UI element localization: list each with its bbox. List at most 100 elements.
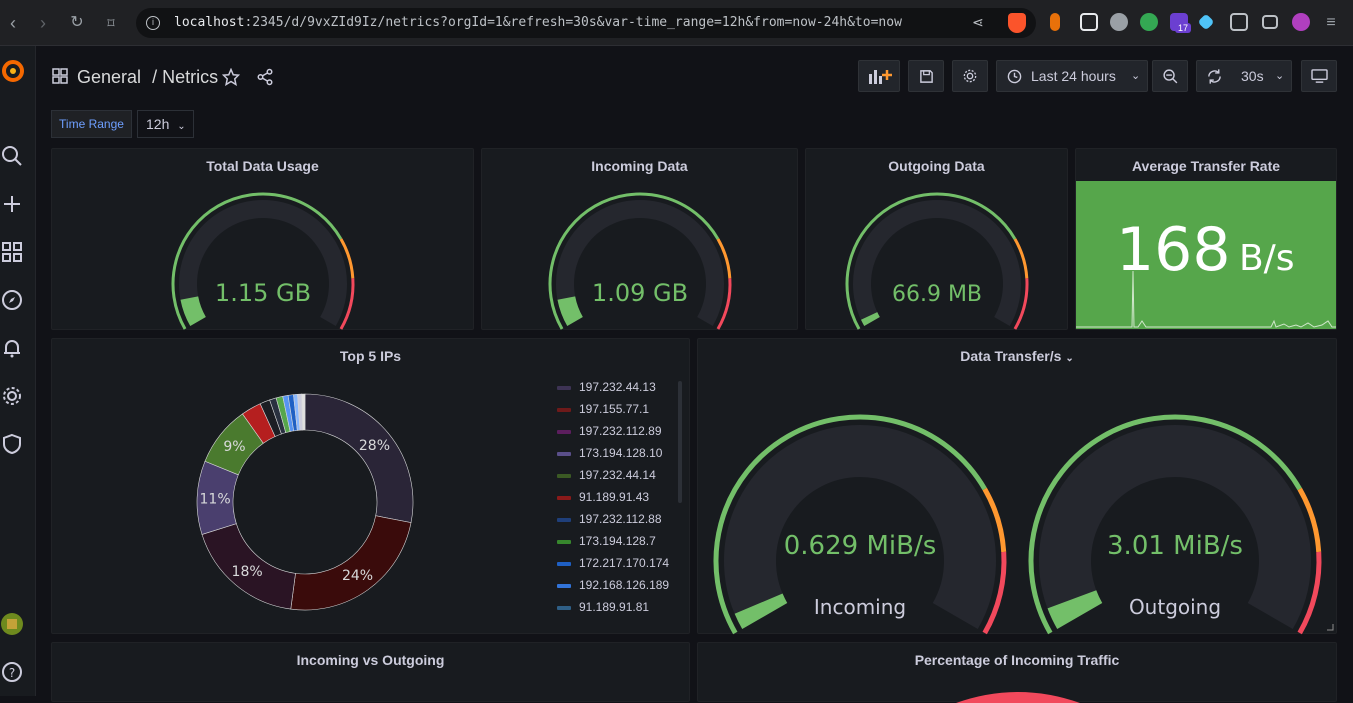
- avatar[interactable]: [0, 612, 24, 636]
- gauge-value-arc: [1047, 589, 1103, 629]
- gauge-label-incoming: Incoming: [814, 595, 906, 619]
- legend-swatch: [557, 561, 571, 566]
- gauge-value-arc: [180, 296, 207, 326]
- legend-item[interactable]: 173.194.128.10: [557, 446, 662, 464]
- legend-item[interactable]: 91.189.91.43: [557, 490, 649, 508]
- save-button[interactable]: [908, 60, 944, 92]
- star-icon[interactable]: [222, 68, 240, 86]
- breadcrumb-dashboard[interactable]: Netrics: [162, 67, 218, 87]
- grafana-logo-icon[interactable]: [0, 58, 26, 84]
- gauge-value: 1.09 GB: [592, 279, 688, 307]
- time-range-variable-select[interactable]: 12h ⌄: [137, 110, 194, 138]
- legend-item[interactable]: 197.232.44.14: [557, 468, 656, 486]
- site-info-icon[interactable]: i: [146, 16, 160, 30]
- refresh-button[interactable]: 30s ⌄: [1196, 60, 1292, 92]
- notion-icon[interactable]: [1080, 13, 1098, 31]
- gauge-value: 1.15 GB: [215, 279, 311, 307]
- gear-icon[interactable]: [0, 384, 24, 408]
- dashboard-grid-icon: [52, 68, 68, 84]
- extension-icon[interactable]: [1050, 13, 1060, 31]
- legend-swatch: [557, 583, 571, 588]
- gauge-value-outgoing: 3.01 MiB/s: [1107, 531, 1243, 561]
- panel-incoming-vs-outgoing[interactable]: Incoming vs Outgoing: [51, 642, 690, 702]
- panel-incoming-data[interactable]: Incoming Data 1.09 GB: [481, 148, 798, 330]
- zoom-out-button[interactable]: [1152, 60, 1188, 92]
- gauge-value-arc: [557, 296, 584, 326]
- panel-title: Average Transfer Rate: [1131, 158, 1281, 174]
- back-icon[interactable]: ‹: [2, 12, 24, 34]
- pie-slice-label: 18%: [232, 564, 263, 580]
- explore-icon[interactable]: [0, 288, 24, 312]
- search-icon[interactable]: [0, 144, 24, 168]
- panel-top-5-ips[interactable]: Top 5 IPs 28% 24% 18% 11% 9% 197.232.44.13 19…: [51, 338, 690, 634]
- gauge-value-incoming: 0.629 MiB/s: [784, 531, 937, 561]
- help-icon[interactable]: ?: [0, 660, 24, 684]
- legend-item[interactable]: 91.189.91.81: [557, 600, 649, 618]
- legend-label: 173.194.128.7: [579, 534, 656, 548]
- legend-item[interactable]: 197.232.44.13: [557, 380, 656, 398]
- transfer-gauges: 0.629 MiB/s Incoming 3.01 MiB/s Outgoing: [713, 414, 1322, 635]
- time-picker-button[interactable]: Last 24 hours ⌄: [996, 60, 1148, 92]
- panel-average-transfer-rate[interactable]: Average Transfer Rate 168 B/s: [1075, 148, 1337, 330]
- plus-icon[interactable]: [0, 192, 24, 216]
- gauge-total: 1.15 GB: [171, 192, 355, 330]
- legend-swatch: [557, 451, 571, 456]
- shield-icon[interactable]: [0, 432, 24, 456]
- legend-swatch: [557, 495, 571, 500]
- menu-icon[interactable]: ≡: [1320, 12, 1342, 34]
- stat-value-group: 168 B/s: [1116, 217, 1295, 283]
- bookmark-icon[interactable]: ⌑: [100, 12, 122, 34]
- extension-icon-2[interactable]: [1110, 13, 1128, 31]
- legend-label: 197.155.77.1: [579, 402, 650, 416]
- panel-data-transfer[interactable]: Data Transfer/s ⌄ 0.629 MiB/s Incoming 3…: [697, 338, 1337, 635]
- legend-swatch: [557, 407, 571, 412]
- pie-slice-label: 9%: [223, 439, 245, 455]
- reload-icon[interactable]: ↻: [66, 12, 88, 34]
- url-path: :2345/d/9vxZId9Iz/netrics?orgId=1&refres…: [244, 15, 902, 30]
- legend-label: 197.232.44.14: [579, 468, 656, 482]
- legend-item[interactable]: 173.194.128.7: [557, 534, 656, 552]
- globe-icon[interactable]: [1140, 13, 1158, 31]
- puzzle-icon[interactable]: [1230, 13, 1248, 31]
- panel-total-data-usage[interactable]: Total Data Usage 1.15 GB: [51, 148, 474, 330]
- legend-label: 173.194.128.10: [579, 446, 663, 460]
- legend-item[interactable]: 197.232.112.89: [557, 424, 662, 442]
- gem-icon[interactable]: [1197, 13, 1215, 31]
- pie-slice-label: 28%: [359, 438, 390, 454]
- panel-title: Incoming vs Outgoing: [296, 652, 445, 668]
- share-dashboard-icon[interactable]: [256, 68, 274, 86]
- legend-scrollbar[interactable]: [678, 381, 682, 503]
- legend-swatch: [557, 429, 571, 434]
- legend-item[interactable]: 172.217.170.174: [557, 556, 669, 574]
- pie-slice: [304, 393, 414, 523]
- breadcrumb-folder[interactable]: General: [77, 67, 141, 87]
- chevron-down-icon: ⌄: [1131, 70, 1141, 82]
- legend-label: 91.189.91.43: [579, 490, 650, 504]
- save-icon: [920, 70, 933, 83]
- legend-swatch: [557, 605, 571, 610]
- add-panel-icon: [869, 70, 892, 84]
- address-bar[interactable]: i localhost:2345/d/9vxZId9Iz/netrics?org…: [136, 8, 1036, 38]
- stat-value: 168: [1116, 215, 1231, 285]
- bell-icon[interactable]: [0, 336, 24, 360]
- legend-label: 197.232.112.89: [579, 424, 662, 438]
- dashboards-icon[interactable]: [0, 240, 24, 264]
- forward-icon[interactable]: ›: [32, 12, 54, 34]
- zoom-out-icon: [1163, 69, 1178, 84]
- add-panel-button[interactable]: [858, 60, 900, 92]
- resize-handle-icon[interactable]: [1326, 623, 1334, 631]
- panel-outgoing-data[interactable]: Outgoing Data 66.9 MB: [805, 148, 1068, 330]
- share-icon[interactable]: ⋖: [972, 14, 984, 31]
- profile-icon[interactable]: [1292, 13, 1310, 31]
- gauge-label-outgoing: Outgoing: [1129, 595, 1221, 619]
- sidebar-icon[interactable]: [1262, 15, 1278, 29]
- settings-button[interactable]: [952, 60, 988, 92]
- legend-item[interactable]: 197.155.77.1: [557, 402, 649, 420]
- gauge-incoming: 1.09 GB: [548, 192, 732, 330]
- brave-shield-icon[interactable]: [1008, 13, 1026, 33]
- legend-item[interactable]: 192.168.126.189: [557, 578, 669, 596]
- tv-mode-button[interactable]: [1301, 60, 1337, 92]
- gauge-value-arc: [860, 312, 880, 326]
- legend-item[interactable]: 197.232.112.88: [557, 512, 662, 530]
- panel-percentage-incoming[interactable]: Percentage of Incoming Traffic: [697, 642, 1337, 703]
